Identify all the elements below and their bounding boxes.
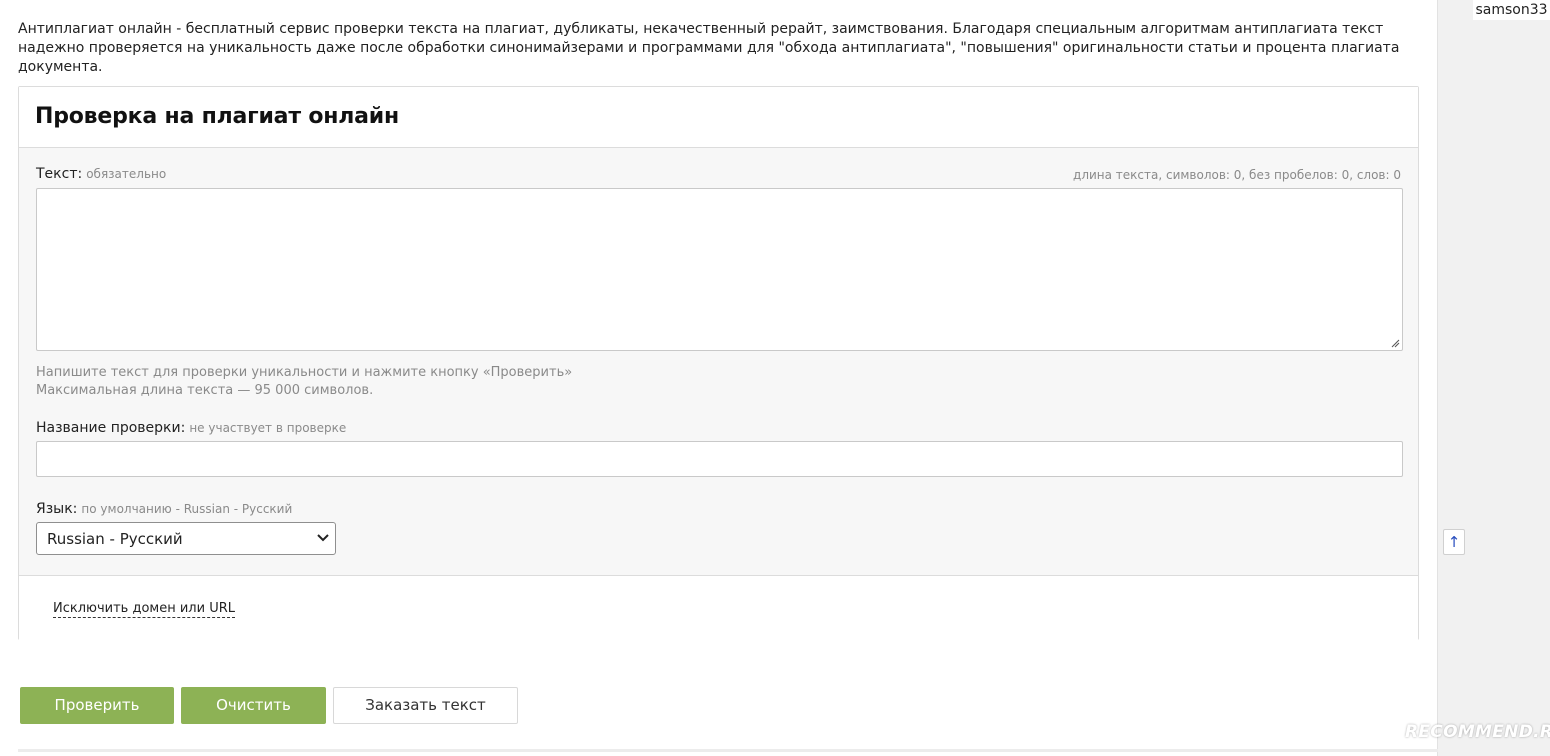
language-field-label: Язык: по умолчанию - Russian - Русский [36,501,292,517]
form-header: Проверка на плагиат онлайн [19,87,1418,148]
bottom-divider [18,749,1438,752]
chevron-down-icon [317,534,329,542]
username-label[interactable]: samson33 [1473,0,1550,20]
scroll-up-icon[interactable]: ↑ [1443,529,1465,555]
form-title: Проверка на плагиат онлайн [35,104,400,129]
exclude-domain-link[interactable]: Исключить домен или URL [53,601,235,618]
language-select[interactable]: Russian - Русский [36,522,336,555]
text-field-label: Текст: обязательно [36,166,166,182]
help-line-1: Напишите текст для проверки уникальности… [36,365,573,380]
check-button[interactable]: Проверить [20,687,174,724]
text-required-hint: обязательно [86,167,167,181]
form-body: Текст: обязательно длина текста, символов… [19,148,1418,576]
check-name-hint: не участвует в проверке [189,421,347,435]
check-name-field-label: Название проверки: не участвует в проверк… [36,420,346,436]
recommend-watermark: RECOMMEND.RU [1405,722,1550,742]
check-name-input[interactable] [36,441,1403,477]
text-input-area[interactable] [36,188,1403,351]
main-page: Антиплагиат онлайн - бесплатный сервис п… [0,0,1438,756]
order-text-button[interactable]: Заказать текст [333,687,518,724]
clear-button[interactable]: Очистить [181,687,326,724]
form-footer: Исключить домен или URL [19,576,1418,641]
resize-grip-icon[interactable] [1390,338,1400,348]
help-line-2: Максимальная длина текста — 95 000 симво… [36,383,374,398]
check-name-label: Название проверки: [36,420,186,436]
text-help: Напишите текст для проверки уникальности… [36,364,572,400]
intro-text: Антиплагиат онлайн - бесплатный сервис п… [18,21,1400,75]
text-length-counter: длина текста, символов: 0, без пробелов:… [1073,168,1401,182]
language-selected-value: Russian - Русский [47,530,183,548]
text-label: Текст: [36,166,83,182]
language-hint: по умолчанию - Russian - Русский [81,502,293,516]
language-label: Язык: [36,501,78,517]
plagiarism-check-form: Проверка на плагиат онлайн Текст: обязате… [18,86,1419,641]
